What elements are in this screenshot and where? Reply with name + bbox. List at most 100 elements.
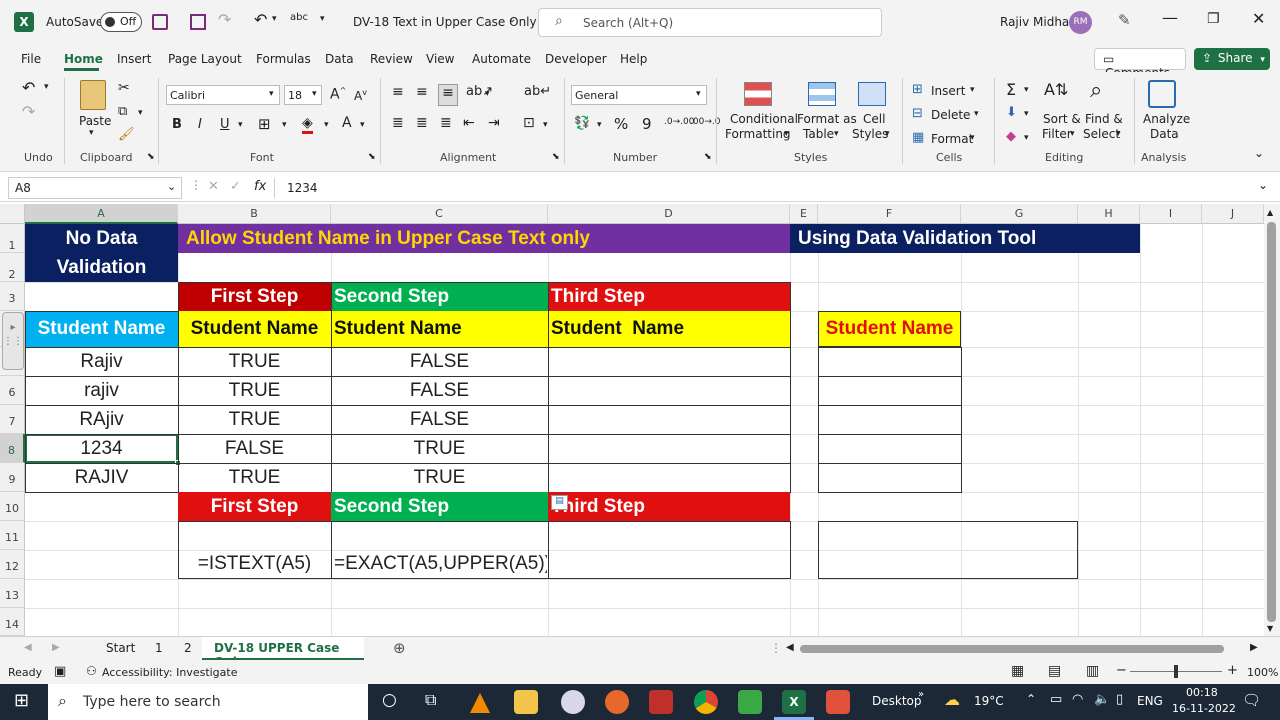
- cell-c5[interactable]: FALSE: [331, 347, 548, 376]
- format-cells-label[interactable]: Format: [931, 132, 973, 146]
- scroll-down-icon[interactable]: ▼: [1267, 624, 1273, 633]
- page-break-view-icon[interactable]: ▥: [1086, 663, 1099, 679]
- sheet-tab-start[interactable]: Start: [106, 641, 135, 655]
- cell-a6[interactable]: rajiv: [25, 376, 178, 405]
- scroll-up-icon[interactable]: ▲: [1267, 208, 1273, 217]
- column-header-g[interactable]: G: [961, 204, 1078, 224]
- cell-b1[interactable]: Allow Student Name in Upper Case Text on…: [178, 224, 790, 253]
- menu-view[interactable]: View: [426, 52, 454, 66]
- fill-icon[interactable]: ⬇: [1006, 105, 1017, 120]
- row-header-1[interactable]: 1: [0, 224, 25, 253]
- clock-time[interactable]: 00:18: [1186, 686, 1218, 699]
- column-header-e[interactable]: E: [790, 204, 818, 224]
- sheet-tab-2[interactable]: 2: [184, 641, 192, 655]
- cell-e1[interactable]: Using Data Validation Tool: [790, 224, 1140, 253]
- insert-cells-label[interactable]: Insert: [931, 84, 965, 98]
- cell-styles-dropdown-icon[interactable]: ▾: [885, 129, 890, 139]
- analyze-data-label-1[interactable]: Analyze: [1143, 112, 1190, 126]
- borders-dropdown-icon[interactable]: ▾: [282, 120, 287, 130]
- format-as-table-icon[interactable]: [808, 82, 836, 106]
- cell-f4[interactable]: Student Name: [818, 311, 961, 347]
- zoom-in-icon[interactable]: +: [1227, 663, 1238, 678]
- row-header-3[interactable]: 3: [0, 282, 25, 311]
- sheet-tab-active[interactable]: DV-18 UPPER Case Only: [202, 637, 364, 669]
- underline-dropdown-icon[interactable]: ▾: [238, 120, 243, 130]
- row-header-14[interactable]: 14: [0, 608, 25, 636]
- percent-icon[interactable]: %: [614, 115, 628, 133]
- row-header-6[interactable]: 6: [0, 376, 25, 405]
- column-header-j[interactable]: J: [1202, 204, 1264, 224]
- cut-icon[interactable]: ✂: [118, 80, 130, 96]
- menu-file[interactable]: File: [21, 52, 41, 66]
- comma-icon[interactable]: 9: [642, 115, 652, 133]
- worksheet-grid[interactable]: A B C D E F G H I J 1 2 3 4 5 6 7 8 9 10…: [0, 204, 1280, 636]
- delete-cells-label[interactable]: Delete: [931, 108, 970, 122]
- find-select-label-1[interactable]: Find &: [1085, 112, 1123, 126]
- analyze-data-icon[interactable]: [1148, 80, 1176, 108]
- menu-developer[interactable]: Developer: [545, 52, 607, 66]
- sort-dropdown-icon[interactable]: ▾: [1070, 129, 1075, 139]
- conditional-formatting-label-2[interactable]: Formatting: [725, 127, 791, 141]
- recorder-icon[interactable]: [826, 690, 850, 714]
- cell-c9[interactable]: TRUE: [331, 463, 548, 492]
- pen-icon[interactable]: ✎: [1118, 11, 1131, 29]
- accounting-icon[interactable]: 💱: [574, 116, 590, 131]
- font-launcher-icon[interactable]: ⬊: [368, 152, 376, 162]
- cell-b12[interactable]: =ISTEXT(A5): [179, 550, 330, 578]
- spelling-icon[interactable]: abc: [290, 12, 308, 23]
- menu-help[interactable]: Help: [620, 52, 647, 66]
- page-layout-view-icon[interactable]: ▤: [1048, 663, 1061, 679]
- column-header-i[interactable]: I: [1140, 204, 1202, 224]
- chrome-icon[interactable]: [694, 690, 718, 714]
- task-view-icon[interactable]: ⧉: [425, 690, 436, 710]
- redo-icon[interactable]: ↷: [218, 10, 231, 29]
- clear-icon[interactable]: ◆: [1006, 129, 1016, 144]
- collapse-ribbon-icon[interactable]: ⌄: [1254, 146, 1264, 160]
- volume-icon[interactable]: 🔈: [1094, 692, 1110, 707]
- cortana-icon[interactable]: ○: [382, 690, 397, 710]
- cell-styles-label-2[interactable]: Styles: [852, 127, 888, 141]
- format-as-table-label-2[interactable]: Table: [803, 127, 834, 141]
- paint-icon[interactable]: [561, 690, 585, 714]
- drag-handle[interactable]: ▸ ⋮⋮: [2, 312, 24, 370]
- wrap-text-icon[interactable]: ab↵: [524, 84, 551, 99]
- cell-c6[interactable]: FALSE: [331, 376, 548, 405]
- merge-dropdown-icon[interactable]: ▾: [543, 120, 548, 130]
- formula-options-icon[interactable]: ⋮: [190, 178, 202, 192]
- conditional-formatting-label-1[interactable]: Conditional: [730, 112, 798, 126]
- alignment-launcher-icon[interactable]: ⬊: [552, 152, 560, 162]
- quick-access-dropdown-icon[interactable]: ▾: [320, 14, 325, 24]
- firefox-icon[interactable]: [605, 690, 629, 714]
- cell-b7[interactable]: TRUE: [178, 405, 331, 434]
- format-dropdown-icon[interactable]: ▾: [970, 133, 975, 143]
- zoom-level[interactable]: 100%: [1247, 666, 1278, 679]
- avatar[interactable]: RM: [1069, 11, 1092, 34]
- autosum-icon[interactable]: Σ: [1006, 80, 1016, 99]
- hscroll-left-icon[interactable]: ◀: [786, 642, 794, 653]
- cancel-entry-icon[interactable]: ✕: [208, 179, 219, 194]
- sort-filter-label-2[interactable]: Filter: [1042, 127, 1072, 141]
- align-center-icon[interactable]: ≣: [416, 115, 428, 131]
- clear-dropdown-icon[interactable]: ▾: [1024, 133, 1029, 143]
- paste-options-icon[interactable]: ▤: [551, 495, 568, 510]
- bold-icon[interactable]: B: [172, 117, 182, 132]
- expand-formula-icon[interactable]: ⌄: [1258, 178, 1268, 192]
- find-select-label-2[interactable]: Select: [1083, 127, 1120, 141]
- comments-button[interactable]: ▭ Comments: [1094, 48, 1186, 80]
- search-box[interactable]: ⌕ Search (Alt+Q): [538, 8, 882, 37]
- sheet-options-icon[interactable]: ⋮: [770, 641, 782, 655]
- number-format-select[interactable]: General ▾: [571, 85, 707, 105]
- menu-formulas[interactable]: Formulas: [256, 52, 311, 66]
- font-color-icon[interactable]: A: [342, 115, 352, 131]
- sort-filter-icon[interactable]: A⇅: [1044, 80, 1068, 99]
- align-top-icon[interactable]: ≡: [392, 84, 404, 100]
- cell-c8[interactable]: TRUE: [331, 434, 548, 463]
- confirm-entry-icon[interactable]: ✓: [230, 179, 241, 194]
- cell-b5[interactable]: TRUE: [178, 347, 331, 376]
- language[interactable]: ENG: [1137, 694, 1163, 708]
- cell-b10[interactable]: First Step: [178, 492, 331, 521]
- network-icon[interactable]: ▭: [1050, 692, 1062, 707]
- macro-record-icon[interactable]: ▣: [54, 664, 66, 679]
- paste-icon[interactable]: [80, 80, 106, 110]
- share-button[interactable]: ⇪ Share ▾: [1194, 48, 1270, 70]
